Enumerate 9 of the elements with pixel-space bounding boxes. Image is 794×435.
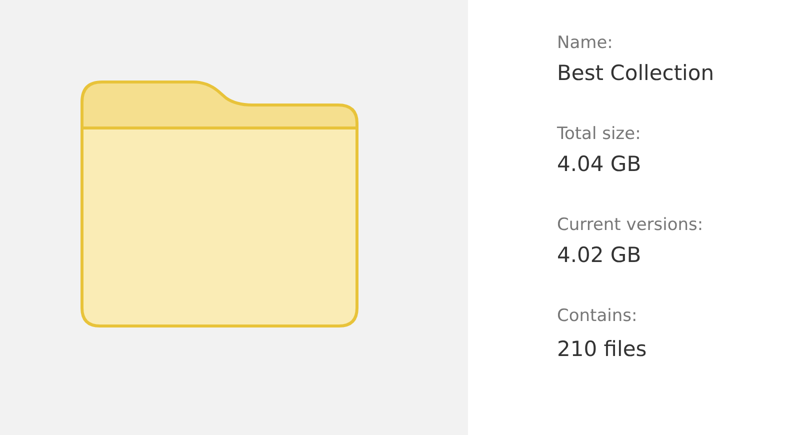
field-label: Current versions: <box>557 214 704 237</box>
field-value: 4.02 GB <box>557 242 642 269</box>
field-value: 4.04 GB <box>557 151 642 178</box>
field-label: Name: <box>557 32 613 55</box>
field-label: Contains: <box>557 305 638 328</box>
folder-icon <box>80 80 360 330</box>
field-value: Best Collection <box>557 60 714 87</box>
field-label: Total size: <box>557 123 641 146</box>
field-value: 210 files <box>557 336 647 363</box>
